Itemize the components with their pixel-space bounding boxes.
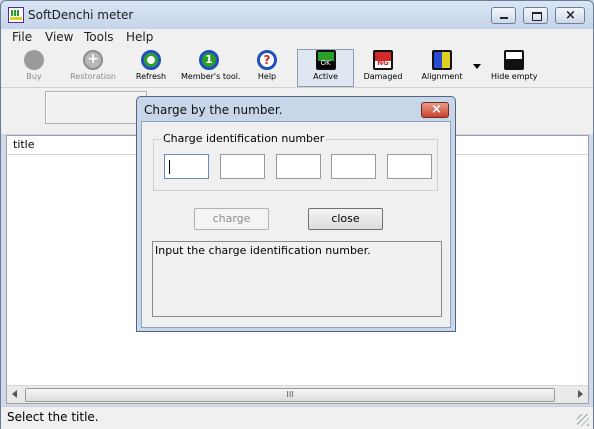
scroll-right-icon[interactable] (578, 390, 583, 398)
charge-id-field-2[interactable] (220, 154, 265, 179)
close-window-button[interactable]: × (555, 7, 585, 24)
toolbar: Buy + Restoration Refresh 1 Member's too… (1, 47, 593, 88)
minimize-button[interactable] (491, 7, 516, 24)
dialog-body: Charge identification number charge clos… (141, 121, 451, 328)
charge-id-field-3[interactable] (276, 154, 321, 179)
minimize-icon (500, 17, 508, 19)
buy-button[interactable]: Buy (14, 50, 54, 86)
close-button[interactable]: close (308, 208, 383, 230)
app-icon (8, 7, 24, 23)
help-button[interactable]: ? Help (248, 50, 286, 86)
restoration-button[interactable]: + Restoration (69, 50, 117, 86)
hide-empty-button[interactable]: Hide empty (491, 50, 537, 86)
close-icon: × (431, 102, 442, 117)
menu-help[interactable]: Help (126, 30, 153, 44)
charge-id-field-5[interactable] (387, 154, 432, 179)
horizontal-scrollbar[interactable]: III (7, 385, 588, 403)
status-bar: Select the title. (1, 406, 593, 429)
buy-icon (24, 50, 44, 70)
members-tool-button[interactable]: 1 Member's tool. (181, 50, 241, 86)
maximize-icon (532, 12, 542, 21)
alignment-dropdown-arrow[interactable] (473, 64, 481, 69)
window-title: SoftDenchi meter (28, 8, 134, 22)
refresh-button[interactable]: Refresh (131, 50, 171, 86)
dialog-close-button[interactable]: × (421, 102, 449, 118)
charge-id-label: Charge identification number (161, 132, 327, 145)
dialog-title: Charge by the number. (144, 103, 283, 117)
charge-button[interactable]: charge (194, 208, 269, 230)
charge-id-group: Charge identification number (153, 132, 438, 191)
menu-file[interactable]: File (12, 30, 32, 44)
damaged-filter-button[interactable]: NG Damaged (361, 50, 405, 86)
members-tool-icon: 1 (199, 50, 219, 70)
close-icon: × (565, 8, 576, 23)
charge-id-field-1[interactable] (164, 154, 209, 179)
menu-bar: File View Tools Help (1, 29, 593, 47)
alignment-button[interactable]: Alignment (420, 50, 464, 86)
charge-id-field-4[interactable] (331, 154, 376, 179)
status-text: Select the title. (7, 410, 99, 424)
text-caret (169, 160, 170, 174)
help-icon: ? (257, 50, 277, 70)
active-battery-icon: OK (315, 50, 336, 70)
scroll-left-icon[interactable] (12, 390, 17, 398)
menu-tools[interactable]: Tools (84, 30, 114, 44)
menu-view[interactable]: View (45, 30, 73, 44)
title-bar: SoftDenchi meter × (1, 1, 593, 29)
damaged-battery-icon: NG (373, 50, 393, 70)
scroll-thumb[interactable]: III (25, 388, 555, 402)
restoration-icon: + (83, 50, 103, 70)
refresh-icon (141, 50, 161, 70)
alignment-icon (432, 50, 452, 70)
message-box: Input the charge identification number. (152, 241, 442, 317)
maximize-button[interactable] (523, 7, 548, 24)
charge-dialog: Charge by the number. × Charge identific… (136, 96, 456, 332)
hide-empty-icon (504, 50, 524, 70)
resize-grip-icon[interactable] (577, 414, 589, 426)
active-filter-button[interactable]: OK Active (297, 49, 354, 87)
filter-box (45, 91, 147, 124)
